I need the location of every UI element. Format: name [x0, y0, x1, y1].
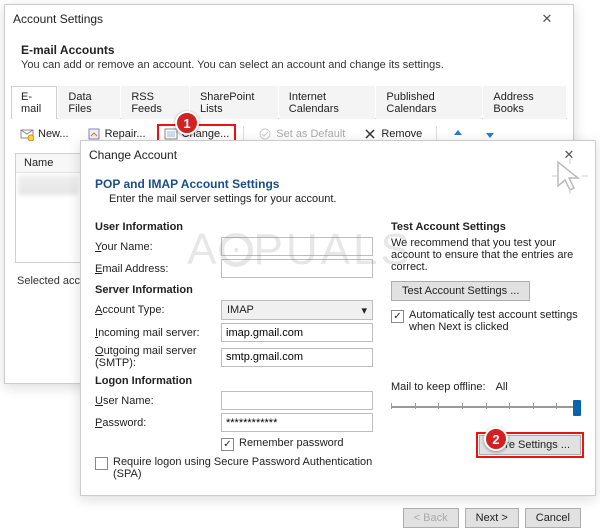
incoming-server-field[interactable]: [221, 323, 373, 342]
tab-address-books[interactable]: Address Books: [483, 86, 566, 119]
group-test-settings: Test Account Settings: [391, 221, 581, 233]
new-icon: [20, 127, 34, 141]
label-email: Email Address:: [95, 263, 215, 275]
list-item[interactable]: [18, 175, 78, 195]
new-button[interactable]: New...: [13, 124, 76, 144]
left-column: User Information Your Name: Email Addres…: [95, 215, 373, 485]
cancel-button[interactable]: Cancel: [525, 508, 581, 528]
section-subtitle: Enter the mail server settings for your …: [109, 193, 581, 205]
account-type-select: IMAP ▾: [221, 300, 373, 320]
remove-icon: [363, 127, 377, 141]
group-user-info: User Information: [95, 221, 373, 233]
chevron-down-icon: ▾: [361, 304, 367, 317]
tabstrip: E-mail Data Files RSS Feeds SharePoint L…: [11, 85, 567, 119]
dialog-buttons: < Back Next > Cancel: [81, 497, 595, 528]
arrow-up-icon: [451, 127, 465, 141]
auto-test-label: Automatically test account settings when…: [409, 309, 581, 333]
back-button: < Back: [403, 508, 459, 528]
username-field[interactable]: [221, 391, 373, 410]
remember-password-label: Remember password: [239, 437, 344, 449]
offline-value: All: [496, 381, 508, 393]
arrow-down-icon: [483, 127, 497, 141]
section-title: POP and IMAP Account Settings: [95, 177, 581, 191]
remove-label: Remove: [381, 128, 422, 140]
label-outgoing: Outgoing mail server (SMTP):: [95, 345, 215, 369]
repair-icon: [87, 127, 101, 141]
titlebar: Account Settings ✕: [5, 5, 573, 33]
email-field[interactable]: [221, 259, 373, 278]
auto-test-checkbox[interactable]: ✓: [391, 310, 404, 323]
password-field[interactable]: [221, 413, 373, 432]
label-username: User Name:: [95, 395, 215, 407]
tab-published-calendars[interactable]: Published Calendars: [376, 86, 482, 119]
label-your-name: Your Name:: [95, 241, 215, 253]
change-account-dialog: Change Account ✕ POP and IMAP Account Se…: [80, 140, 596, 496]
spa-label: Require logon using Secure Password Auth…: [113, 456, 373, 480]
tab-sharepoint-lists[interactable]: SharePoint Lists: [190, 86, 278, 119]
group-server-info: Server Information: [95, 284, 373, 296]
callout-2: 2: [484, 427, 508, 451]
header-title: E-mail Accounts: [21, 43, 557, 57]
titlebar: Change Account ✕: [81, 141, 595, 169]
account-type-value: IMAP: [227, 304, 254, 316]
tab-email[interactable]: E-mail: [11, 86, 57, 119]
outgoing-server-field[interactable]: [221, 348, 373, 367]
window-title: Account Settings: [13, 12, 103, 26]
offline-label: Mail to keep offline:: [391, 381, 486, 393]
label-password: Password:: [95, 417, 215, 429]
label-account-type: Account Type:: [95, 304, 215, 316]
label-incoming: Incoming mail server:: [95, 327, 215, 339]
repair-label: Repair...: [105, 128, 146, 140]
group-logon-info: Logon Information: [95, 375, 373, 387]
close-icon[interactable]: ✕: [529, 9, 565, 29]
offline-slider[interactable]: [391, 397, 581, 417]
remember-password-checkbox[interactable]: ✓: [221, 438, 234, 451]
set-default-label: Set as Default: [276, 128, 345, 140]
tab-data-files[interactable]: Data Files: [58, 86, 120, 119]
change-icon: [164, 127, 178, 141]
your-name-field[interactable]: [221, 237, 373, 256]
header-subtitle: You can add or remove an account. You ca…: [21, 59, 557, 71]
spa-checkbox[interactable]: [95, 457, 108, 470]
cursor-icon: [550, 156, 590, 196]
new-label: New...: [38, 128, 69, 140]
test-description: We recommend that you test your account …: [391, 237, 581, 273]
header: E-mail Accounts You can add or remove an…: [5, 33, 573, 85]
check-icon: [258, 127, 272, 141]
callout-1: 1: [175, 111, 199, 135]
next-button[interactable]: Next >: [465, 508, 519, 528]
window-title: Change Account: [89, 148, 177, 162]
test-account-settings-button[interactable]: Test Account Settings ...: [391, 281, 530, 301]
slider-thumb[interactable]: [573, 400, 581, 416]
tab-internet-calendars[interactable]: Internet Calendars: [279, 86, 376, 119]
